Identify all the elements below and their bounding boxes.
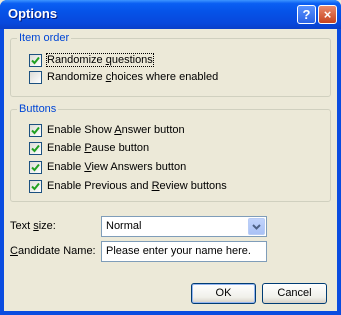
show-answer-label: Enable Show Answer button: [47, 124, 185, 136]
randomize-questions-checkbox[interactable]: Randomize questions: [29, 53, 154, 67]
buttons-legend: Buttons: [17, 103, 59, 115]
title-bar[interactable]: Options ? ×: [0, 0, 341, 29]
randomize-choices-checkbox[interactable]: Randomize choices where enabled: [29, 70, 218, 84]
item-order-legend: Item order: [17, 32, 72, 44]
help-button[interactable]: ?: [297, 5, 316, 24]
text-size-value: Normal: [106, 220, 142, 232]
view-answers-label: Enable View Answers button: [47, 161, 187, 173]
prev-review-checkbox[interactable]: Enable Previous and Review buttons: [29, 179, 227, 193]
checkbox-checked-icon: [29, 141, 42, 155]
checkbox-checked-icon: [29, 123, 42, 137]
show-answer-checkbox[interactable]: Enable Show Answer button: [29, 123, 185, 137]
options-dialog: Options ? × Item order Randomize questio…: [0, 0, 341, 315]
text-size-label: Text size:: [10, 220, 56, 232]
close-icon: ×: [323, 7, 332, 22]
checkbox-unchecked-icon: [29, 70, 42, 84]
ok-button[interactable]: OK: [191, 283, 256, 304]
randomize-questions-label: Randomize questions: [46, 53, 154, 67]
cancel-button[interactable]: Cancel: [262, 283, 327, 304]
view-answers-checkbox[interactable]: Enable View Answers button: [29, 160, 186, 174]
window-title: Options: [8, 6, 58, 21]
help-icon: ?: [302, 7, 311, 22]
pause-label: Enable Pause button: [47, 142, 150, 154]
dialog-body: Item order Randomize questions Randomize…: [4, 29, 337, 311]
candidate-name-value: Please enter your name here.: [106, 245, 251, 257]
item-order-group: Item order: [10, 32, 331, 97]
randomize-choices-label: Randomize choices where enabled: [47, 71, 219, 83]
chevron-down-icon[interactable]: [248, 218, 265, 235]
prev-review-label: Enable Previous and Review buttons: [47, 180, 227, 192]
candidate-name-label: Candidate Name:: [10, 245, 96, 257]
candidate-name-input[interactable]: Please enter your name here.: [101, 241, 267, 262]
pause-checkbox[interactable]: Enable Pause button: [29, 141, 149, 155]
close-button[interactable]: ×: [318, 5, 337, 24]
text-size-select[interactable]: Normal: [101, 216, 267, 237]
checkbox-checked-icon: [29, 179, 42, 193]
checkbox-checked-icon: [29, 53, 42, 67]
checkbox-checked-icon: [29, 160, 42, 174]
